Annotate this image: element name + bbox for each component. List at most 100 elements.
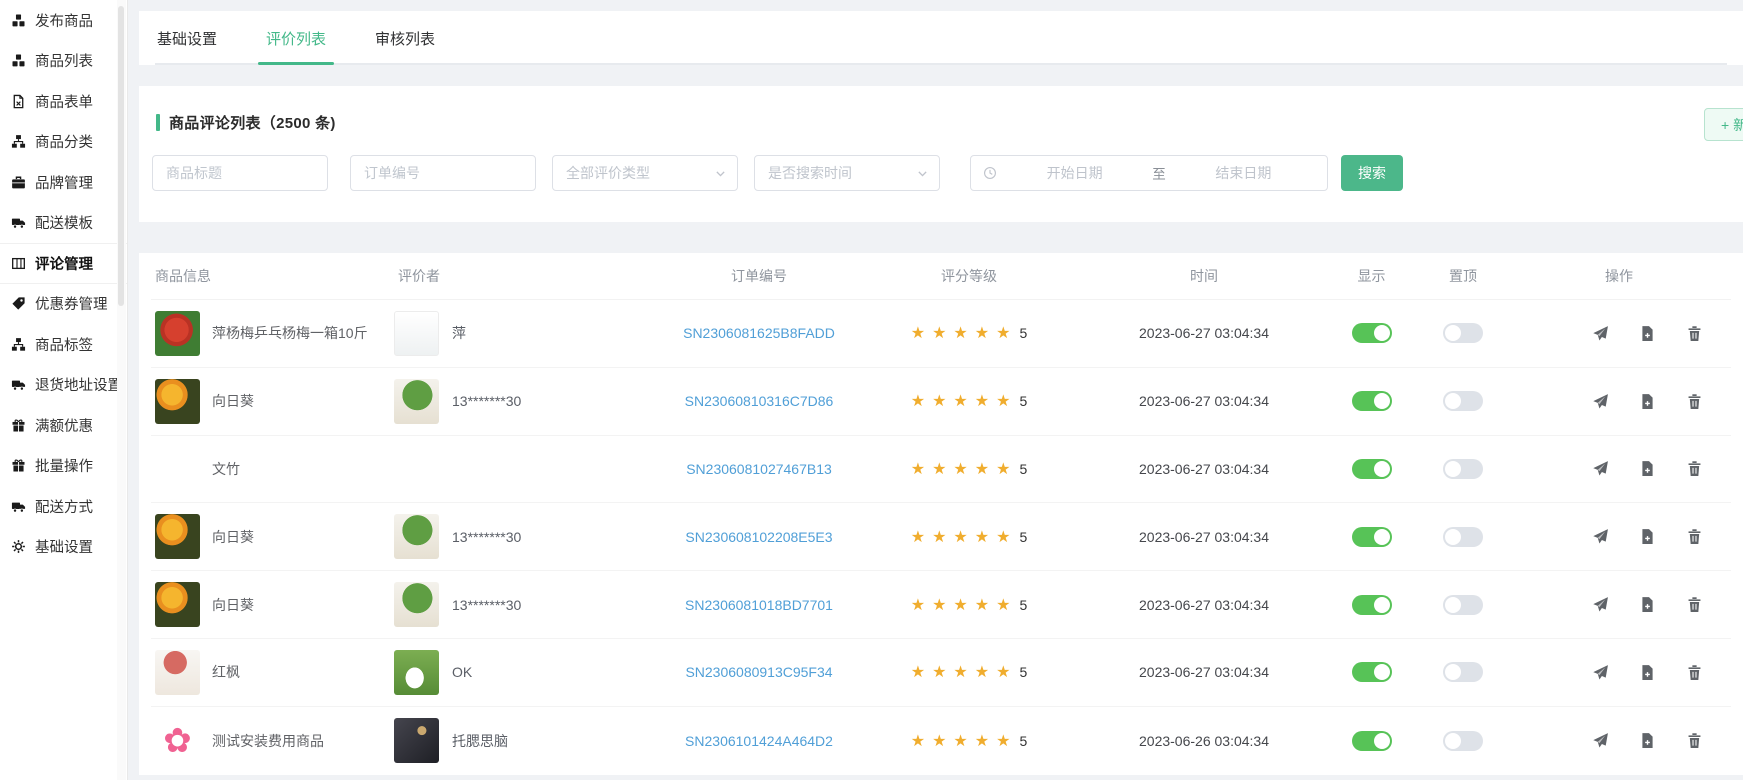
col-header-actions: 操作 xyxy=(1507,266,1731,286)
review-time: 2023-06-27 03:04:34 xyxy=(1084,529,1324,545)
order-link[interactable]: SN2306081027467B13 xyxy=(686,461,832,477)
sidebar-item-label: 满额优惠 xyxy=(35,415,93,436)
top-toggle[interactable] xyxy=(1443,527,1483,547)
end-date-field[interactable]: 结束日期 xyxy=(1172,163,1315,183)
tag-icon xyxy=(11,296,26,311)
sidebar-item-product-list[interactable]: 商品列表 xyxy=(0,41,127,82)
sidebar-item-product-tag[interactable]: 商品标签 xyxy=(0,324,127,365)
sidebar-item-delivery-template[interactable]: 配送模板 xyxy=(0,203,127,244)
order-link[interactable]: SN23060810316C7D86 xyxy=(685,393,834,409)
order-link[interactable]: SN2306081625B8FADD xyxy=(683,325,835,341)
delete-icon[interactable] xyxy=(1686,393,1703,410)
rating-value: 5 xyxy=(1019,461,1027,477)
rating-value: 5 xyxy=(1019,393,1027,409)
sidebar-item-coupon-management[interactable]: 优惠券管理 xyxy=(0,284,127,325)
file-add-icon[interactable] xyxy=(1639,664,1656,681)
sidebar-scrollbar-thumb[interactable] xyxy=(118,6,124,306)
reviewer-avatar xyxy=(394,718,439,763)
file-add-icon[interactable] xyxy=(1639,393,1656,410)
tab-review-list[interactable]: 评价列表 xyxy=(264,28,328,63)
show-toggle[interactable] xyxy=(1352,459,1392,479)
file-add-icon[interactable] xyxy=(1639,325,1656,342)
sidebar-item-full-discount[interactable]: 满额优惠 xyxy=(0,405,127,446)
sidebar-item-publish-product[interactable]: 发布商品 xyxy=(0,0,127,41)
review-time: 2023-06-27 03:04:34 xyxy=(1084,597,1324,613)
top-toggle[interactable] xyxy=(1443,323,1483,343)
sidebar-item-comment-management[interactable]: 评论管理 xyxy=(0,243,127,284)
review-type-select[interactable]: 全部评价类型 xyxy=(552,155,738,191)
product-name: 测试安装费用商品 xyxy=(212,731,324,751)
send-icon[interactable] xyxy=(1592,596,1609,613)
send-icon[interactable] xyxy=(1592,732,1609,749)
tab-audit-list[interactable]: 审核列表 xyxy=(373,28,437,63)
order-no-input[interactable] xyxy=(350,155,536,191)
review-type-value: 全部评价类型 xyxy=(566,163,650,183)
col-header-order: 订单编号 xyxy=(664,266,854,286)
product-title-input[interactable] xyxy=(152,155,328,191)
document-icon xyxy=(11,94,26,109)
delete-icon[interactable] xyxy=(1686,596,1703,613)
search-time-select[interactable]: 是否搜索时间 xyxy=(754,155,940,191)
rating-value: 5 xyxy=(1019,664,1027,680)
send-icon[interactable] xyxy=(1592,664,1609,681)
main-content: 基础设置 评价列表 审核列表 商品评论列表（2500 条) + 新 全部评价类型… xyxy=(128,0,1743,780)
reviewer-name: 13*******30 xyxy=(452,393,521,409)
sidebar-item-brand-management[interactable]: 品牌管理 xyxy=(0,162,127,203)
file-add-icon[interactable] xyxy=(1639,596,1656,613)
delete-icon[interactable] xyxy=(1686,528,1703,545)
product-name: 向日葵 xyxy=(212,391,254,411)
sidebar-item-basic-settings[interactable]: 基础设置 xyxy=(0,527,127,568)
send-icon[interactable] xyxy=(1592,325,1609,342)
start-date-field[interactable]: 开始日期 xyxy=(1003,163,1146,183)
truck-icon xyxy=(11,215,26,230)
top-toggle[interactable] xyxy=(1443,662,1483,682)
sidebar-item-label: 商品标签 xyxy=(35,334,93,355)
sidebar-scrollbar[interactable] xyxy=(117,0,126,780)
review-time: 2023-06-27 03:04:34 xyxy=(1084,393,1324,409)
add-new-button[interactable]: + 新 xyxy=(1704,108,1743,141)
tab-basic-settings[interactable]: 基础设置 xyxy=(155,28,219,63)
order-link[interactable]: SN230608102208E5E3 xyxy=(685,529,832,545)
order-link[interactable]: SN2306080913C95F34 xyxy=(685,664,832,680)
product-image xyxy=(155,514,200,559)
send-icon[interactable] xyxy=(1592,528,1609,545)
date-range-picker[interactable]: 开始日期 至 结束日期 xyxy=(970,155,1328,191)
top-toggle[interactable] xyxy=(1443,459,1483,479)
file-add-icon[interactable] xyxy=(1639,460,1656,477)
sidebar-item-product-category[interactable]: 商品分类 xyxy=(0,122,127,163)
sidebar-item-batch-operation[interactable]: 批量操作 xyxy=(0,446,127,487)
delete-icon[interactable] xyxy=(1686,732,1703,749)
file-add-icon[interactable] xyxy=(1639,528,1656,545)
show-toggle[interactable] xyxy=(1352,595,1392,615)
sidebar-item-product-form[interactable]: 商品表单 xyxy=(0,81,127,122)
top-toggle[interactable] xyxy=(1443,731,1483,751)
show-toggle[interactable] xyxy=(1352,662,1392,682)
send-icon[interactable] xyxy=(1592,460,1609,477)
send-icon[interactable] xyxy=(1592,393,1609,410)
top-toggle[interactable] xyxy=(1443,595,1483,615)
sidebar-item-label: 评论管理 xyxy=(35,253,93,274)
panel-title: 商品评论列表（2500 条) xyxy=(156,112,336,133)
show-toggle[interactable] xyxy=(1352,527,1392,547)
product-image xyxy=(155,582,200,627)
show-toggle[interactable] xyxy=(1352,391,1392,411)
top-toggle[interactable] xyxy=(1443,391,1483,411)
delete-icon[interactable] xyxy=(1686,325,1703,342)
sidebar-item-return-address[interactable]: 退货地址设置 xyxy=(0,365,127,406)
reviewer-name: OK xyxy=(452,664,472,680)
chevron-down-icon xyxy=(916,167,929,180)
columns-icon xyxy=(11,256,26,271)
order-link[interactable]: SN2306081018BD7701 xyxy=(685,597,833,613)
product-name: 向日葵 xyxy=(212,595,254,615)
delete-icon[interactable] xyxy=(1686,664,1703,681)
search-button[interactable]: 搜索 xyxy=(1341,155,1403,191)
col-header-show: 显示 xyxy=(1324,266,1419,286)
rating-value: 5 xyxy=(1019,529,1027,545)
delete-icon[interactable] xyxy=(1686,460,1703,477)
show-toggle[interactable] xyxy=(1352,323,1392,343)
order-link[interactable]: SN2306101424A464D2 xyxy=(685,733,833,749)
add-new-button-label: + 新 xyxy=(1721,115,1743,135)
show-toggle[interactable] xyxy=(1352,731,1392,751)
file-add-icon[interactable] xyxy=(1639,732,1656,749)
sidebar-item-delivery-method[interactable]: 配送方式 xyxy=(0,486,127,527)
